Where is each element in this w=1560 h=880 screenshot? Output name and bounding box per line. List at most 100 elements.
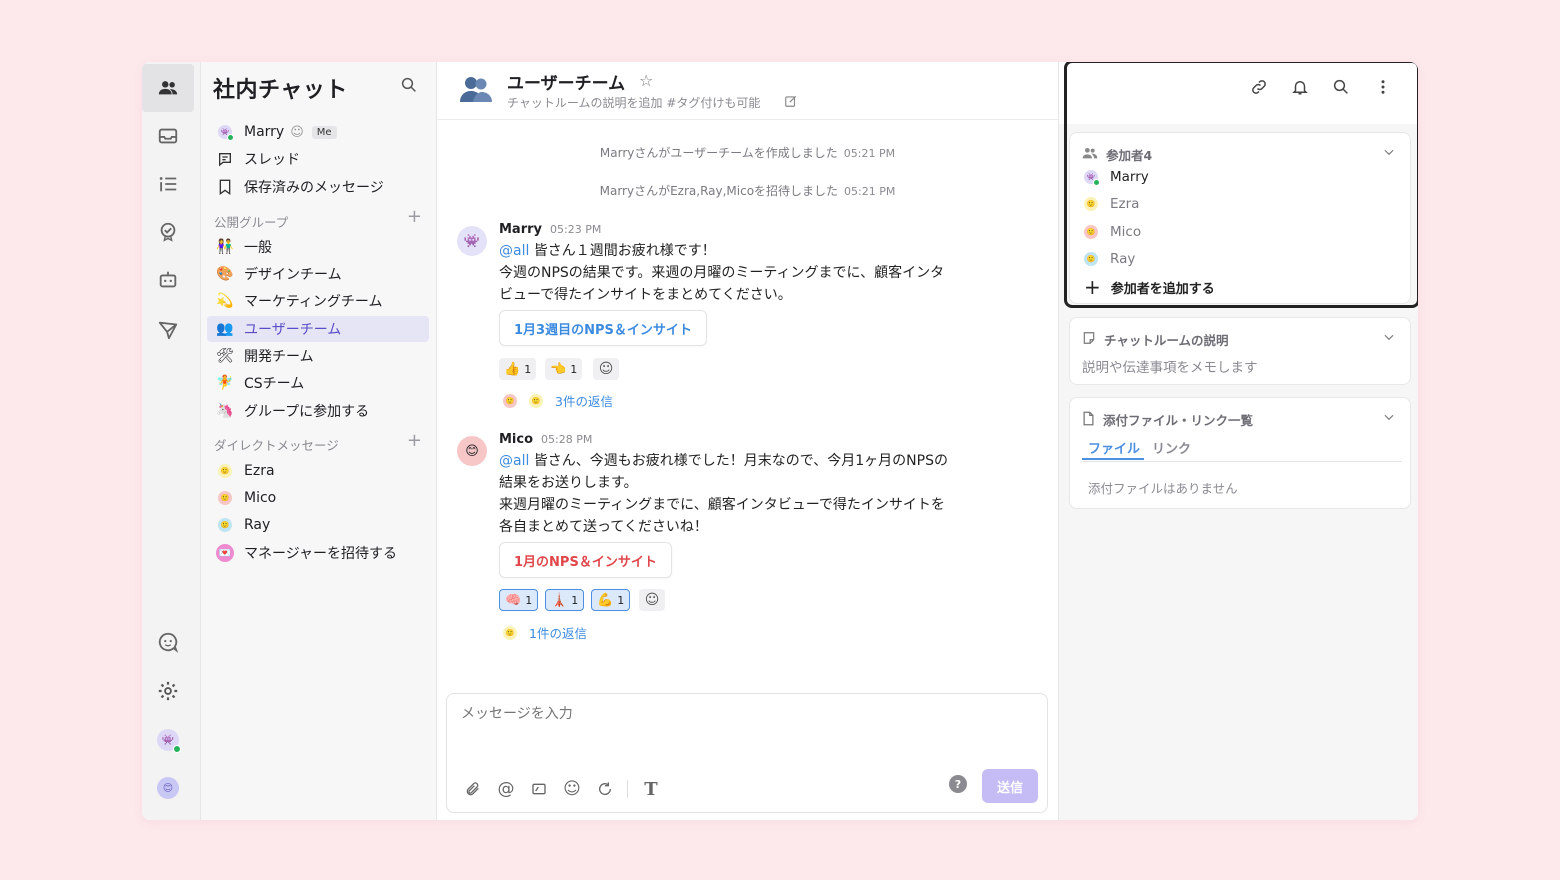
template-icon[interactable] xyxy=(529,779,549,799)
more-icon[interactable] xyxy=(1372,76,1394,98)
chevron-down-icon[interactable] xyxy=(1382,145,1396,163)
thread-replies-link[interactable]: 🙂 1件の返信 xyxy=(503,623,587,642)
members-header[interactable]: 参加者4 xyxy=(1082,145,1152,164)
workspace-avatar[interactable]: 😊 xyxy=(157,777,179,799)
add-group-button[interactable]: + xyxy=(407,208,422,226)
sidebar-item-dev[interactable]: 🛠 開発チーム xyxy=(207,343,429,369)
mention-all[interactable]: @all xyxy=(499,243,529,259)
sidebar-item-label: デザインチーム xyxy=(244,267,342,283)
message-author[interactable]: Mico 05:28 PM xyxy=(499,432,592,447)
sidebar-item-dm-ray[interactable]: 🙂 Ray xyxy=(207,512,429,538)
reaction-point[interactable]: 👈 1 xyxy=(545,358,583,380)
text-format-icon[interactable]: T xyxy=(641,779,661,800)
sidebar-item-user-team[interactable]: 👥 ユーザーチーム xyxy=(207,316,429,342)
mention-icon[interactable]: @ xyxy=(496,779,516,799)
edit-icon[interactable] xyxy=(784,94,798,112)
avatar: 🙂 xyxy=(215,488,235,508)
sidebar-item-label: Marry xyxy=(244,124,285,140)
rail-settings-button[interactable] xyxy=(142,667,194,715)
status-emoji-icon[interactable]: ☺ xyxy=(290,125,304,140)
tab-files[interactable]: ファイル xyxy=(1088,438,1140,457)
search-icon[interactable] xyxy=(400,76,418,98)
tab-links[interactable]: リンク xyxy=(1152,438,1191,457)
sidebar-item-dm-mico[interactable]: 🙂 Mico xyxy=(207,485,429,511)
description-input[interactable]: 説明や伝達事項をメモします xyxy=(1082,356,1258,376)
sidebar-item-label: ユーザーチーム xyxy=(244,322,342,338)
members-title: 参加者4 xyxy=(1106,148,1153,163)
reaction-brain[interactable]: 🧠 1 xyxy=(499,589,539,611)
sidebar-item-design[interactable]: 🎨 デザインチーム xyxy=(207,261,429,287)
member-item[interactable]: 👾 Marry xyxy=(1084,169,1149,186)
search-icon[interactable] xyxy=(1330,76,1352,98)
message-author[interactable]: Marry 05:23 PM xyxy=(499,222,601,237)
reaction-muscle[interactable]: 💪 1 xyxy=(591,589,631,611)
user-avatar[interactable]: 👾 xyxy=(157,729,181,753)
sidebar-item-join-group[interactable]: 🦄 グループに参加する xyxy=(207,398,429,424)
sidebar-item-marketing[interactable]: 💫 マーケティングチーム xyxy=(207,288,429,314)
user-avatar: 👾 xyxy=(215,122,235,142)
send-button[interactable]: 送信 xyxy=(982,769,1038,803)
rail-inbox-button[interactable] xyxy=(142,112,194,160)
bell-icon[interactable] xyxy=(1289,76,1311,98)
bookmark-icon xyxy=(215,177,235,197)
member-item[interactable]: 🙂 Mico xyxy=(1084,224,1141,240)
channel-description[interactable]: チャットルームの説明を追加 #タグ付けも可能 xyxy=(507,94,760,111)
sidebar-item-threads[interactable]: スレッド xyxy=(207,146,429,172)
replies-count: 3件の返信 xyxy=(555,394,613,409)
add-member-button[interactable]: + 参加者を追加する xyxy=(1084,277,1215,297)
help-icon[interactable]: ? xyxy=(949,775,967,793)
paper-plane-icon xyxy=(158,321,178,340)
avatar[interactable]: 👾 xyxy=(457,226,487,256)
section-direct-messages: ダイレクトメッセージ xyxy=(214,438,339,453)
attach-icon[interactable] xyxy=(463,779,483,799)
refresh-icon[interactable] xyxy=(595,779,615,799)
group-icon xyxy=(459,74,493,104)
reaction-thumbs-up[interactable]: 👍 1 xyxy=(499,358,537,380)
avatar: 🙂 xyxy=(529,393,543,408)
sidebar-item-label: マーケティングチーム xyxy=(244,294,383,310)
mention-all[interactable]: @all xyxy=(499,453,529,469)
workspace-title: 社内チャット xyxy=(213,78,348,103)
system-message-text: MarryさんがEzra,Ray,Micoを招待しました xyxy=(599,184,839,198)
add-dm-button[interactable]: + xyxy=(407,432,422,450)
chevron-down-icon[interactable] xyxy=(1382,330,1396,348)
sidebar-item-general[interactable]: 👫 一般 xyxy=(207,234,429,260)
muscle-icon: 💪 xyxy=(597,592,614,608)
sidebar-item-me[interactable]: 👾 Marry ☺ Me xyxy=(207,119,429,145)
description-header[interactable]: チャットルームの説明 xyxy=(1082,330,1229,349)
rail-members-button[interactable] xyxy=(142,64,194,112)
message-input[interactable] xyxy=(461,706,1021,722)
rail-tasks-button[interactable] xyxy=(142,208,194,256)
member-item[interactable]: 🙂 Ezra xyxy=(1084,196,1139,212)
chevron-down-icon[interactable] xyxy=(1382,410,1396,428)
files-header[interactable]: 添付ファイル・リンク一覧 xyxy=(1082,410,1253,429)
files-card: 添付ファイル・リンク一覧 ファイル リンク 添付ファイルはありません xyxy=(1069,397,1411,509)
rail-support-button[interactable] xyxy=(142,618,194,666)
panel-toolbar xyxy=(1059,62,1418,124)
message-text: 皆さん１週間お疲れ様です！ xyxy=(529,243,716,259)
attachment-card[interactable]: 1月3週目のNPS＆インサイト xyxy=(499,310,707,346)
chat-face-icon xyxy=(158,632,179,653)
attachment-card[interactable]: 1月のNPS＆インサイト xyxy=(499,542,672,578)
link-icon[interactable] xyxy=(1248,76,1270,98)
sidebar-item-label: 一般 xyxy=(244,240,272,256)
sidebar-item-dm-ezra[interactable]: 🙂 Ezra xyxy=(207,458,429,484)
add-reaction-button[interactable]: ☺ xyxy=(593,358,619,380)
sidebar-item-invite-manager[interactable]: 💌 マネージャーを招待する xyxy=(207,540,429,566)
reaction-tower[interactable]: 🗼 1 xyxy=(545,589,585,611)
sidebar-item-cs[interactable]: 🧚 CSチーム xyxy=(207,370,429,396)
group-emoji-icon: 🦄 xyxy=(216,403,234,419)
sidebar-item-label: マネージャーを招待する xyxy=(244,546,398,562)
avatar[interactable]: 😊 xyxy=(457,436,487,466)
thread-replies-link[interactable]: 🙂 🙂 3件の返信 xyxy=(503,391,613,410)
system-message-text: Marryさんがユーザーチームを作成しました xyxy=(599,146,838,160)
check-badge-icon xyxy=(160,222,176,242)
emoji-icon[interactable]: ☺ xyxy=(562,779,582,799)
rail-list-button[interactable] xyxy=(142,160,194,208)
add-reaction-button[interactable]: ☺ xyxy=(639,589,665,611)
rail-bot-button[interactable] xyxy=(142,256,194,304)
member-item[interactable]: 🙂 Ray xyxy=(1084,251,1135,267)
star-icon[interactable]: ☆ xyxy=(639,71,653,90)
rail-send-button[interactable] xyxy=(142,306,194,354)
sidebar-item-saved[interactable]: 保存済みのメッセージ xyxy=(207,174,429,200)
